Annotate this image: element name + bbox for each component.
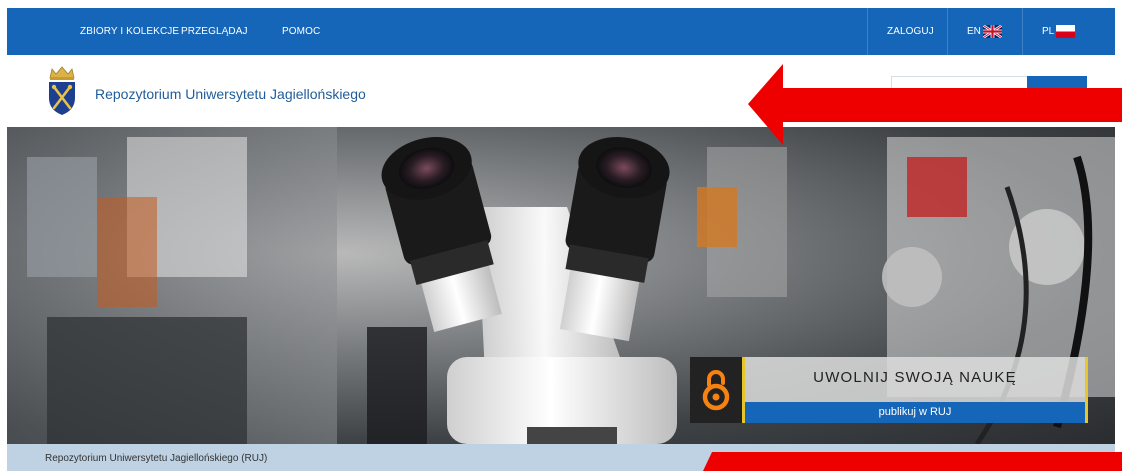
lang-en-button[interactable]: EN xyxy=(967,21,1002,41)
lang-pl-label: PL xyxy=(1042,25,1055,37)
promo-title-panel: UWOLNIJ SWOJĄ NAUKĘ xyxy=(742,357,1088,402)
top-navigation-bar: ZBIORY I KOLEKCJE PRZEGLĄDAJ POMOC ZALOG… xyxy=(7,8,1115,55)
promo-title: UWOLNIJ SWOJĄ NAUKĘ xyxy=(813,369,1017,386)
nav-login[interactable]: ZALOGUJ xyxy=(887,26,934,37)
site-title[interactable]: Repozytorium Uniwersytetu Jagiellońskieg… xyxy=(95,86,366,102)
search-input[interactable] xyxy=(891,76,1027,108)
promo-subtitle-panel: publikuj w RUJ xyxy=(742,402,1088,423)
open-access-badge xyxy=(690,357,742,423)
uk-flag-icon xyxy=(982,24,1002,38)
nav-divider xyxy=(947,8,948,55)
uj-crest-logo-icon[interactable] xyxy=(47,64,77,116)
open-access-icon xyxy=(702,370,730,411)
nav-help[interactable]: POMOC xyxy=(282,26,320,37)
breadcrumb: Repozytorium Uniwersytetu Jagiellońskieg… xyxy=(7,444,1115,471)
open-science-banner[interactable]: UWOLNIJ SWOJĄ NAUKĘ publikuj w RUJ xyxy=(690,357,1088,423)
nav-divider xyxy=(1022,8,1023,55)
nav-browse[interactable]: PRZEGLĄDAJ xyxy=(181,26,248,37)
nav-divider xyxy=(867,8,868,55)
hero-banner: UWOLNIJ SWOJĄ NAUKĘ publikuj w RUJ xyxy=(7,127,1115,444)
lang-pl-button[interactable]: PL xyxy=(1042,21,1076,41)
nav-collections[interactable]: ZBIORY I KOLEKCJE xyxy=(80,26,179,37)
breadcrumb-home[interactable]: Repozytorium Uniwersytetu Jagiellońskieg… xyxy=(45,453,267,464)
search-button[interactable] xyxy=(1027,76,1087,108)
lang-en-label: EN xyxy=(967,25,981,37)
site-header: Repozytorium Uniwersytetu Jagiellońskieg… xyxy=(7,55,1115,127)
promo-subtitle: publikuj w RUJ xyxy=(878,406,952,418)
pl-flag-icon xyxy=(1056,24,1076,38)
